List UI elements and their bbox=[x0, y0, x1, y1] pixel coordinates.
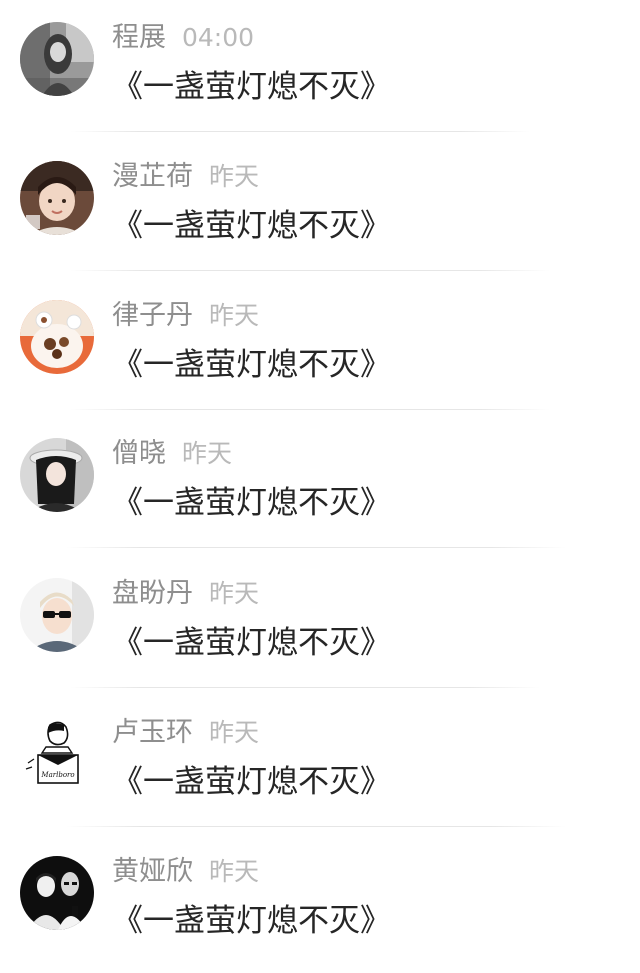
timestamp: 昨天 bbox=[182, 439, 233, 468]
comment-text: 《一盏萤灯熄不灭》 bbox=[112, 347, 391, 383]
comment-meta: 律子丹 昨天 bbox=[112, 298, 259, 334]
divider bbox=[70, 270, 550, 271]
timestamp: 昨天 bbox=[209, 162, 260, 191]
comment-item[interactable]: 僧晓 昨天 《一盏萤灯熄不灭》 bbox=[0, 416, 640, 555]
user-name[interactable]: 漫芷荷 bbox=[112, 161, 193, 192]
comment-text: 《一盏萤灯熄不灭》 bbox=[112, 764, 391, 800]
divider bbox=[66, 826, 566, 827]
comment-item[interactable]: 盘盼丹 昨天 《一盏萤灯熄不灭》 bbox=[0, 556, 640, 695]
avatar-girl-hat-icon[interactable] bbox=[20, 438, 94, 512]
comment-item[interactable]: 程展 04:00 《一盏萤灯熄不灭》 bbox=[0, 0, 640, 139]
user-name[interactable]: 盘盼丹 bbox=[112, 578, 193, 609]
avatar-two-people-bw-icon[interactable] bbox=[20, 856, 94, 930]
comment-text: 《一盏萤灯熄不灭》 bbox=[112, 208, 391, 244]
user-name[interactable]: 律子丹 bbox=[112, 300, 193, 331]
comment-text: 《一盏萤灯熄不灭》 bbox=[112, 625, 391, 661]
divider bbox=[70, 409, 550, 410]
comment-meta: 卢玉环 昨天 bbox=[112, 715, 259, 751]
timestamp: 昨天 bbox=[209, 718, 260, 747]
timestamp: 04:00 bbox=[182, 23, 255, 52]
comment-meta: 漫芷荷 昨天 bbox=[112, 159, 259, 195]
comment-text: 《一盏萤灯熄不灭》 bbox=[112, 903, 391, 939]
user-name[interactable]: 黄娅欣 bbox=[112, 856, 193, 887]
user-name[interactable]: 僧晓 bbox=[112, 438, 166, 469]
timestamp: 昨天 bbox=[209, 857, 260, 886]
user-name[interactable]: 卢玉环 bbox=[112, 717, 193, 748]
user-name[interactable]: 程展 bbox=[112, 22, 166, 53]
comment-item[interactable]: 漫芷荷 昨天 《一盏萤灯熄不灭》 bbox=[0, 139, 640, 278]
comment-item[interactable]: 黄娅欣 昨天 《一盏萤灯熄不灭》 bbox=[0, 834, 640, 973]
avatar-girl-bw-icon[interactable] bbox=[20, 22, 94, 96]
comment-meta: 程展 04:00 bbox=[112, 20, 254, 56]
avatar-sunglasses-icon[interactable] bbox=[20, 578, 94, 652]
comment-meta: 盘盼丹 昨天 bbox=[112, 576, 259, 612]
comment-meta: 僧晓 昨天 bbox=[112, 436, 232, 472]
avatar-boy-icon[interactable] bbox=[20, 161, 94, 235]
comment-item[interactable]: Marlboro 卢玉环 昨天 《一盏萤灯熄不灭》 bbox=[0, 695, 640, 834]
svg-text:Marlboro: Marlboro bbox=[40, 771, 74, 779]
avatar-cookies-icon[interactable] bbox=[20, 300, 94, 374]
comment-text: 《一盏萤灯熄不灭》 bbox=[112, 485, 391, 521]
timestamp: 昨天 bbox=[209, 301, 260, 330]
divider bbox=[70, 687, 540, 688]
comment-item[interactable]: 律子丹 昨天 《一盏萤灯熄不灭》 bbox=[0, 278, 640, 417]
comment-text: 《一盏萤灯熄不灭》 bbox=[112, 69, 391, 105]
comment-meta: 黄娅欣 昨天 bbox=[112, 854, 259, 890]
avatar-sketch-marlboro-icon[interactable]: Marlboro bbox=[20, 717, 94, 791]
divider bbox=[70, 131, 530, 132]
timestamp: 昨天 bbox=[209, 579, 260, 608]
comment-list: 程展 04:00 《一盏萤灯熄不灭》 漫芷荷 昨天 《一盏萤灯熄不灭》 律子丹 … bbox=[0, 0, 640, 956]
divider bbox=[66, 547, 566, 548]
